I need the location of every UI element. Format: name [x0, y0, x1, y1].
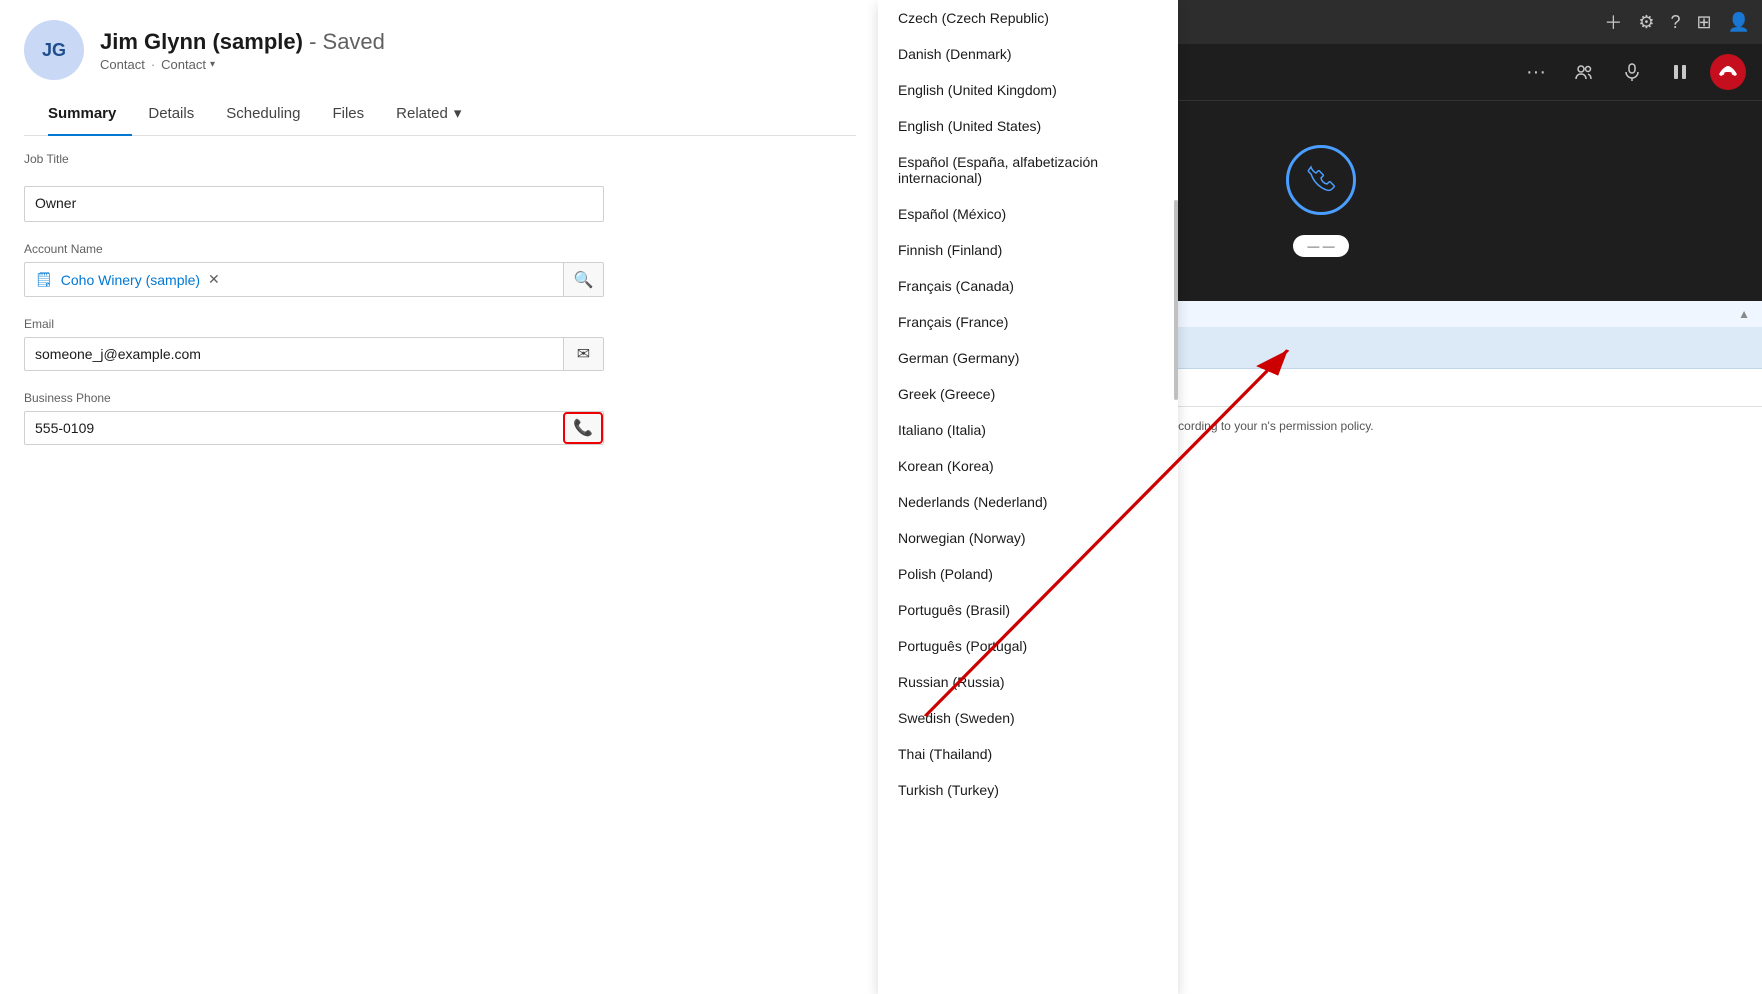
language-item[interactable]: Português (Brasil): [878, 592, 1178, 628]
subtitle: Contact · Contact ▾: [100, 57, 385, 72]
language-item[interactable]: Danish (Denmark): [878, 36, 1178, 72]
title-section: Jim Glynn (sample) - Saved Contact · Con…: [100, 29, 385, 72]
contact-name: Jim Glynn (sample) - Saved: [100, 29, 385, 55]
business-phone-field: Business Phone 555-0109 📞: [24, 391, 856, 445]
language-item[interactable]: Swedish (Sweden): [878, 700, 1178, 736]
email-value: someone_j@example.com: [25, 338, 563, 370]
phone-icon: 📞: [573, 418, 593, 438]
more-options-button[interactable]: ···: [1518, 54, 1554, 90]
phone-icon: [1303, 162, 1339, 198]
contact-type-dropdown[interactable]: Contact ▾: [161, 57, 215, 72]
help-icon[interactable]: ?: [1670, 12, 1680, 33]
avatar: JG: [24, 20, 84, 80]
owner-value: Owner: [24, 186, 604, 222]
crm-header: JG Jim Glynn (sample) - Saved Contact · …: [0, 0, 880, 136]
add-icon[interactable]: ＋: [1604, 9, 1622, 35]
language-item[interactable]: Español (España, alfabetización internac…: [878, 144, 1178, 196]
account-name-field: Account Name 🗒 Coho Winery (sample) ✕ 🔍: [24, 242, 856, 297]
crm-nav: Summary Details Scheduling Files Related…: [24, 92, 856, 136]
language-item[interactable]: German (Germany): [878, 340, 1178, 376]
account-name-value: 🗒 Coho Winery (sample) ✕: [25, 263, 563, 296]
person-icon[interactable]: 👤: [1728, 12, 1750, 33]
language-item[interactable]: Italiano (Italia): [878, 412, 1178, 448]
business-phone-value: 555-0109: [25, 412, 563, 444]
email-label: Email: [24, 317, 856, 331]
language-item[interactable]: Turkish (Turkey): [878, 772, 1178, 808]
subtitle-type: Contact: [100, 57, 145, 72]
mic-icon: [1623, 63, 1641, 81]
business-phone-label: Business Phone: [24, 391, 856, 405]
language-item[interactable]: Thai (Thailand): [878, 736, 1178, 772]
dot-separator: ·: [151, 57, 155, 72]
language-item[interactable]: English (United Kingdom): [878, 72, 1178, 108]
pause-button[interactable]: [1662, 54, 1698, 90]
contact-name-pill: — —: [1307, 239, 1334, 253]
hangup-button[interactable]: [1710, 54, 1746, 90]
email-icon: ✉: [577, 344, 590, 364]
language-item[interactable]: Français (France): [878, 304, 1178, 340]
tab-scheduling[interactable]: Scheduling: [210, 92, 316, 136]
email-input: someone_j@example.com ✉: [24, 337, 604, 371]
language-item[interactable]: English (United States): [878, 108, 1178, 144]
language-item[interactable]: Greek (Greece): [878, 376, 1178, 412]
language-dropdown: Czech (Czech Republic) Danish (Denmark) …: [878, 0, 1178, 994]
language-item[interactable]: Korean (Korea): [878, 448, 1178, 484]
job-title-label: Job Title: [24, 152, 856, 166]
pause-icon: [1671, 63, 1689, 81]
tab-details[interactable]: Details: [132, 92, 210, 136]
language-item[interactable]: Polish (Poland): [878, 556, 1178, 592]
contact-type-label: Contact: [161, 57, 206, 72]
tab-related[interactable]: Related ▾: [380, 92, 477, 136]
close-icon[interactable]: ✕: [208, 271, 220, 288]
saved-badge: - Saved: [309, 29, 385, 54]
search-icon: 🔍: [574, 270, 594, 290]
mic-button[interactable]: [1614, 54, 1650, 90]
account-name-link[interactable]: Coho Winery (sample): [61, 272, 200, 288]
settings-icon[interactable]: ⚙: [1638, 12, 1654, 33]
hangup-icon: [1718, 65, 1738, 79]
collapse-button[interactable]: ▲: [1738, 307, 1750, 321]
email-field: Email someone_j@example.com ✉: [24, 317, 856, 371]
tab-summary[interactable]: Summary: [48, 92, 132, 136]
header-top: JG Jim Glynn (sample) - Saved Contact · …: [24, 20, 856, 80]
language-item[interactable]: Russian (Russia): [878, 664, 1178, 700]
email-button[interactable]: ✉: [563, 338, 603, 370]
business-phone-input: 555-0109 📞: [24, 411, 604, 445]
language-item[interactable]: Português (Portugal): [878, 628, 1178, 664]
phone-ring-animation: [1286, 145, 1356, 215]
owner-field: Owner: [24, 186, 856, 222]
phone-call-button[interactable]: 📞: [563, 412, 603, 444]
language-item[interactable]: Nederlands (Nederland): [878, 484, 1178, 520]
chevron-down-icon: ▾: [210, 59, 215, 70]
people-icon: [1574, 62, 1594, 82]
job-title-field: Job Title: [24, 152, 856, 166]
language-item[interactable]: Finnish (Finland): [878, 232, 1178, 268]
contact-pill: — —: [1293, 235, 1348, 257]
scrollbar[interactable]: [1174, 200, 1178, 400]
people-button[interactable]: [1566, 54, 1602, 90]
account-name-label: Account Name: [24, 242, 856, 256]
language-item[interactable]: Czech (Czech Republic): [878, 0, 1178, 36]
crm-content: Job Title Owner Account Name 🗒 Coho Wine…: [0, 136, 880, 994]
tab-files[interactable]: Files: [316, 92, 380, 136]
account-name-input: 🗒 Coho Winery (sample) ✕ 🔍: [24, 262, 604, 297]
language-item[interactable]: Español (México): [878, 196, 1178, 232]
account-search-button[interactable]: 🔍: [563, 263, 603, 296]
account-icon: 🗒: [35, 271, 53, 288]
language-item[interactable]: Norwegian (Norway): [878, 520, 1178, 556]
crm-panel: JG Jim Glynn (sample) - Saved Contact · …: [0, 0, 880, 994]
language-item[interactable]: Français (Canada): [878, 268, 1178, 304]
chevron-down-icon: ▾: [454, 104, 462, 122]
grid-icon[interactable]: ⊞: [1696, 12, 1711, 33]
